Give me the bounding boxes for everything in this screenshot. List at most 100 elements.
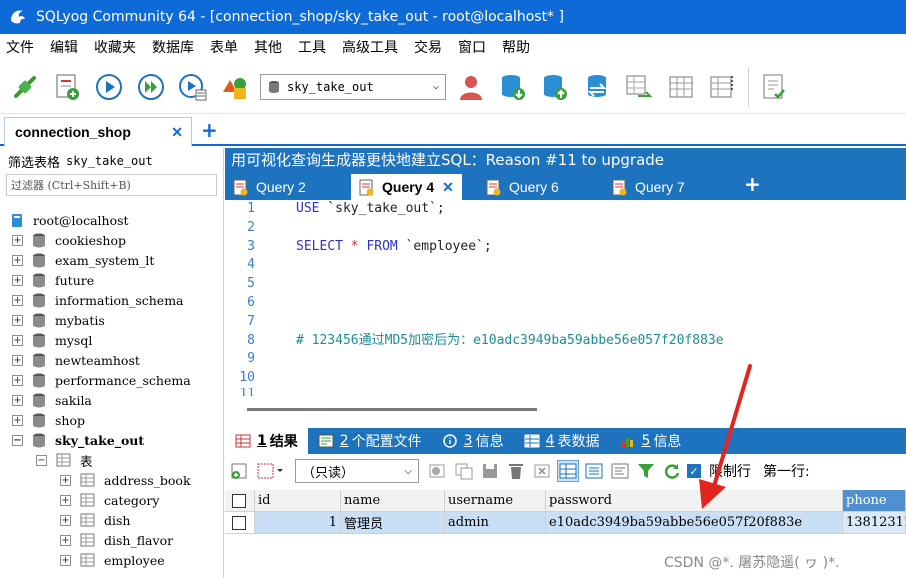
menu-table[interactable]: 表单 [210,37,238,57]
copy-table-icon[interactable] [622,70,656,104]
database-selector[interactable]: sky_take_out ⌵ [260,73,446,100]
grid-view-icon[interactable] [557,460,579,482]
connection-tab[interactable]: connection_shop ✕ [4,117,192,146]
tree-db-cookieshop[interactable]: + cookieshop [0,230,223,250]
tree-db-shop[interactable]: + shop [0,410,223,430]
column-header-phone[interactable]: phone [843,490,906,512]
execute-edit-icon[interactable] [176,70,210,104]
row-select-cell[interactable] [225,512,255,534]
tree-db-future[interactable]: + future [0,270,223,290]
sql-editor[interactable]: 1 2 3 4 5 6 7 8 9 10 11 USE `sky_take_ou… [225,200,906,411]
view-mode-icon[interactable] [255,460,287,482]
expand-icon[interactable]: + [12,234,23,246]
add-connection-button[interactable]: + [201,118,218,142]
tree-table-dish[interactable]: + dish [0,510,223,530]
execute-query-icon[interactable] [92,70,126,104]
menu-help[interactable]: 帮助 [502,37,530,57]
tab-query-2[interactable]: Query 2 [233,174,306,200]
select-all-checkbox[interactable] [232,493,246,508]
expand-icon[interactable]: + [12,314,23,326]
cancel-icon[interactable] [531,460,553,482]
backup-database-icon[interactable] [496,70,530,104]
menu-favorites[interactable]: 收藏夹 [94,37,136,57]
tree-db-mybatis[interactable]: + mybatis [0,310,223,330]
menu-window[interactable]: 窗口 [458,37,486,57]
column-header-username[interactable]: username [445,490,546,512]
table-grid-icon[interactable] [664,70,698,104]
menu-database[interactable]: 数据库 [152,37,194,57]
checklist-icon[interactable] [757,70,791,104]
insert-row-icon[interactable] [427,460,449,482]
sync-database-icon[interactable] [580,70,614,104]
collapse-icon[interactable]: − [12,434,23,446]
filter-input[interactable]: 过滤器 (Ctrl+Shift+B) [6,174,217,196]
export-icon[interactable] [229,460,251,482]
tree-db-performance-schema[interactable]: + performance_schema [0,370,223,390]
cell-phone[interactable]: 13812312 [843,512,906,534]
execute-all-icon[interactable] [134,70,168,104]
tree-table-category[interactable]: + category [0,490,223,510]
tree-db-sakila[interactable]: + sakila [0,390,223,410]
code-area[interactable]: USE `sky_take_out`; SELECT * FROM `emplo… [296,200,724,350]
tab-profile[interactable]: 2 个配置文件 [308,428,432,454]
row-select-checkbox[interactable] [232,515,246,530]
horizontal-scrollbar[interactable] [247,408,537,411]
table-row[interactable]: 1 管理员 admin e10adc3949ba59abbe56e057f20f… [225,512,906,534]
expand-icon[interactable]: + [12,414,23,426]
cell-username[interactable]: admin [445,512,546,534]
tab-query-7[interactable]: Query 7 [612,174,685,200]
close-icon[interactable]: ✕ [442,179,454,196]
expand-icon[interactable]: + [12,354,23,366]
expand-icon[interactable]: + [12,374,23,386]
menu-file[interactable]: 文件 [6,37,34,57]
tree-table-address-book[interactable]: + address_book [0,470,223,490]
column-header-name[interactable]: name [341,490,445,512]
form-view-icon[interactable] [583,460,605,482]
text-view-icon[interactable] [609,460,631,482]
expand-icon[interactable]: + [60,554,71,566]
readonly-selector[interactable]: （只读） ⌵ [295,459,419,483]
close-icon[interactable]: ✕ [171,124,183,141]
tree-table-employee[interactable]: + employee [0,550,223,570]
tree-root[interactable]: root@localhost [0,210,223,230]
tree-db-information-schema[interactable]: + information_schema [0,290,223,310]
tab-query-6[interactable]: Query 6 [486,174,559,200]
tab-query-4[interactable]: Query 4 ✕ [351,174,462,200]
tree-db-exam-system-lt[interactable]: + exam_system_lt [0,250,223,270]
shapes-icon[interactable] [218,70,252,104]
collapse-icon[interactable]: − [36,454,47,466]
expand-icon[interactable]: + [60,494,71,506]
expand-icon[interactable]: + [12,254,23,266]
menu-advanced-tools[interactable]: 高级工具 [342,37,398,57]
tree-table-dish-flavor[interactable]: + dish_flavor [0,530,223,550]
expand-icon[interactable]: + [60,474,71,486]
tab-info[interactable]: 3 信息 [432,428,514,454]
connect-icon[interactable] [8,70,42,104]
tab-table-data[interactable]: 4 表数据 [514,428,610,454]
expand-icon[interactable]: + [60,534,71,546]
limit-rows-checkbox[interactable]: ✓ [687,464,701,478]
add-query-tab-button[interactable]: + [744,172,761,196]
duplicate-row-icon[interactable] [453,460,475,482]
column-header-password[interactable]: password [546,490,843,512]
tree-db-mysql[interactable]: + mysql [0,330,223,350]
tab-info-2[interactable]: 5 信息 [610,428,692,454]
save-icon[interactable] [479,460,501,482]
tree-tables-folder[interactable]: − 表 [0,450,223,470]
user-manager-icon[interactable] [454,70,488,104]
table-schema-icon[interactable] [706,70,740,104]
expand-icon[interactable]: + [12,334,23,346]
tree-db-sky-take-out[interactable]: − sky_take_out [0,430,223,450]
cell-name[interactable]: 管理员 [341,512,445,534]
refresh-icon[interactable] [661,460,683,482]
tab-result[interactable]: 1 结果 [225,428,308,454]
menu-edit[interactable]: 编辑 [50,37,78,57]
cell-id[interactable]: 1 [255,512,341,534]
tree-db-newteamhost[interactable]: + newteamhost [0,350,223,370]
menu-tools[interactable]: 工具 [298,37,326,57]
expand-icon[interactable]: + [60,514,71,526]
expand-icon[interactable]: + [12,274,23,286]
cell-password[interactable]: e10adc3949ba59abbe56e057f20f883e [546,512,843,534]
new-query-icon[interactable] [50,70,84,104]
expand-icon[interactable]: + [12,294,23,306]
